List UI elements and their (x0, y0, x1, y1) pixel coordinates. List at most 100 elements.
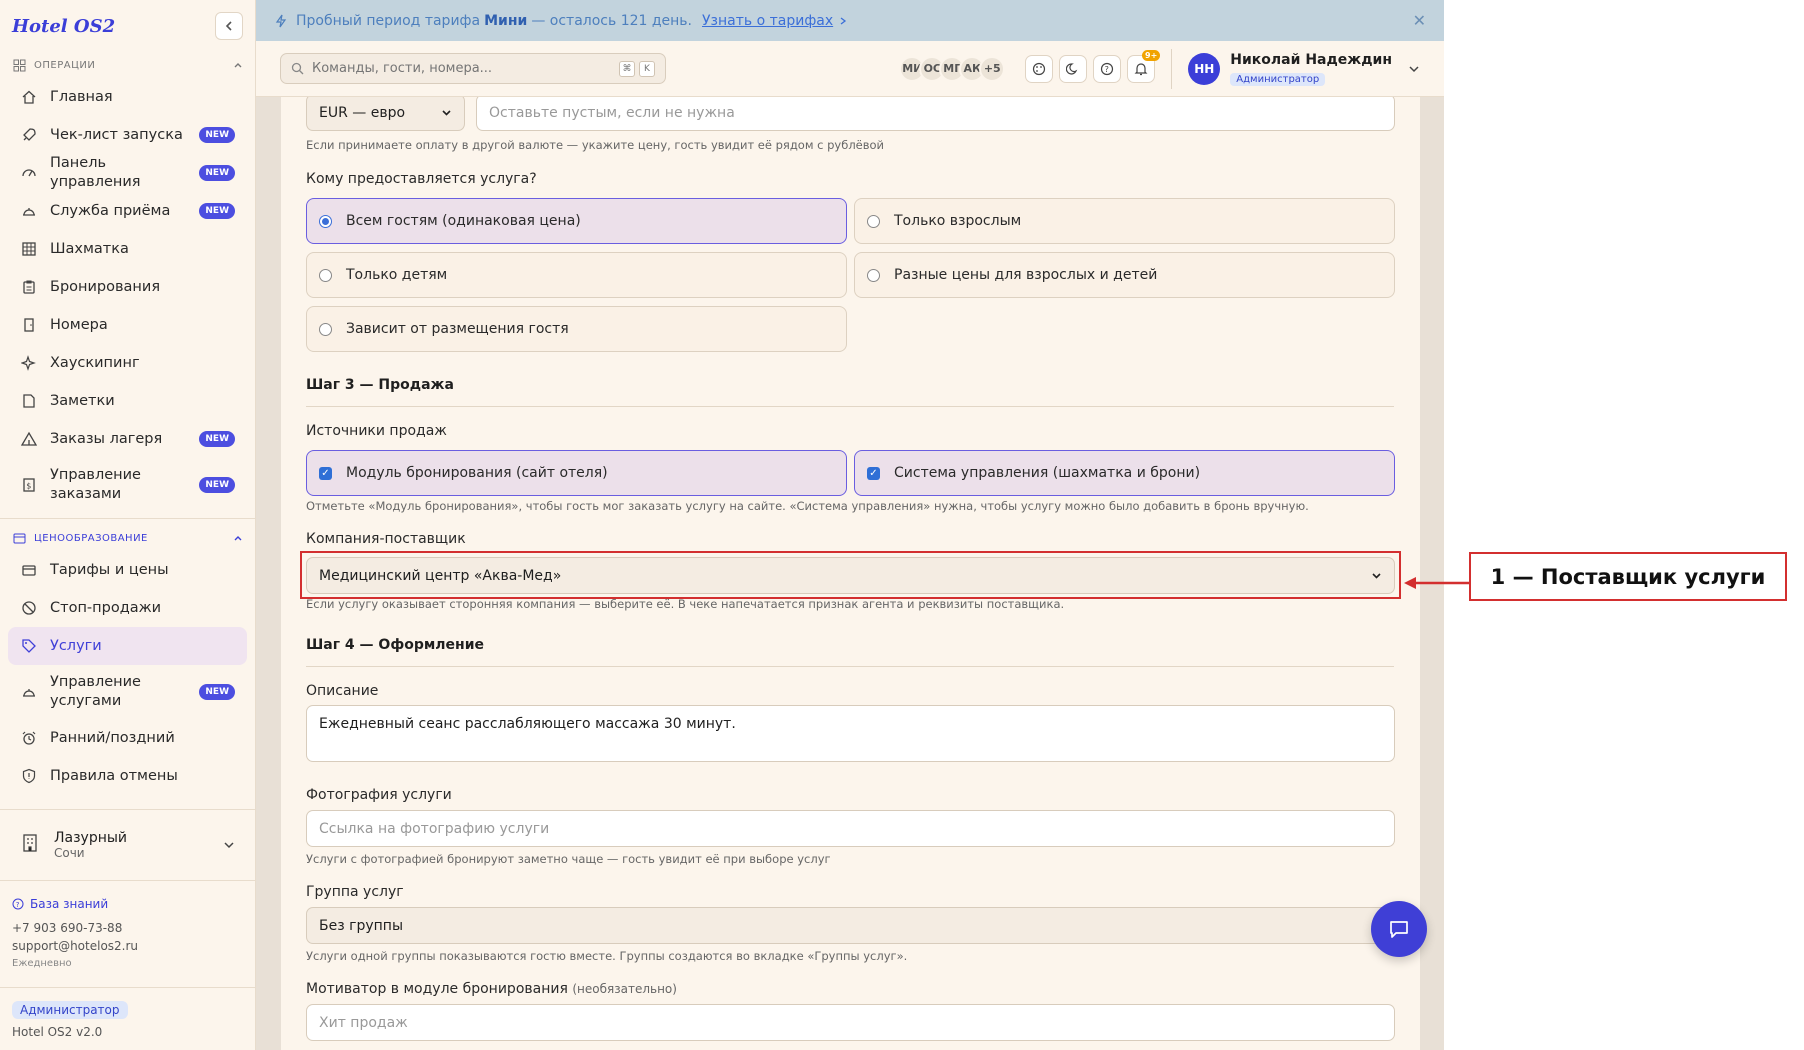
currency-price-placeholder: Оставьте пустым, если не нужна (489, 104, 735, 121)
support-phone[interactable]: +7 903 690-73-88 (12, 919, 243, 937)
sidebar-item-label: Хаускипинг (50, 354, 140, 371)
pricing-link[interactable]: Узнать о тарифах (702, 13, 833, 29)
currency-select[interactable]: EUR — евро (306, 97, 465, 131)
motivator-input[interactable]: Хит продаж (306, 1004, 1395, 1041)
sidebar-item-chessboard[interactable]: Шахматка (8, 230, 247, 268)
sidebar-item-launch-checklist[interactable]: Чек-лист запуска NEW (8, 116, 247, 154)
svg-text:?: ? (1105, 65, 1109, 74)
divider (0, 809, 255, 810)
sidebar-item-home[interactable]: Главная (8, 78, 247, 116)
motivator-label: Мотиватор в модуле бронирования (необяза… (306, 981, 677, 997)
chevron-up-icon (234, 63, 242, 68)
user-menu[interactable]: НН Николай Надеждин Администратор (1171, 48, 1420, 89)
sidebar-item-label: Правила отмены (50, 767, 178, 784)
option-label: Зависит от размещения гостя (346, 321, 569, 337)
command-search[interactable]: ⌘ K (280, 53, 666, 84)
radio[interactable] (867, 268, 880, 282)
photo-url-input[interactable]: Ссылка на фотографию услуги (306, 810, 1395, 847)
sidebar-item-rooms[interactable]: Номера (8, 306, 247, 344)
bell-icon (1134, 62, 1148, 75)
notifications-button[interactable]: 9+ (1127, 49, 1161, 83)
help-button[interactable]: ? (1093, 54, 1122, 83)
section-operations[interactable]: ОПЕРАЦИИ (0, 52, 255, 78)
door-icon (20, 316, 38, 334)
sidebar-item-housekeeping[interactable]: Хаускипинг (8, 344, 247, 382)
hotel-selector[interactable]: Лазурный Сочи (8, 816, 247, 874)
lightning-icon (275, 14, 287, 27)
audience-option-all[interactable]: Всем гостям (одинаковая цена) (306, 198, 847, 244)
card-icon (20, 561, 38, 579)
moon-icon (1066, 62, 1078, 75)
sidebar-item-rates[interactable]: Тарифы и цены (8, 551, 247, 589)
photo-hint: Услуги с фотографией бронируют заметно ч… (306, 852, 831, 866)
search-input[interactable] (312, 61, 615, 76)
trial-banner: Пробный период тарифа Мини — осталось 12… (256, 0, 1444, 41)
sidebar-item-label: Стоп-продажи (50, 599, 162, 616)
collapse-sidebar-button[interactable] (215, 12, 243, 40)
new-badge: NEW (199, 165, 235, 181)
dark-mode-button[interactable] (1059, 54, 1088, 83)
audience-option-mixed[interactable]: Разные цены для взрослых и детей (854, 252, 1395, 298)
sidebar-item-dashboard[interactable]: Панель управления NEW (8, 154, 247, 192)
sidebar-item-front-desk[interactable]: Служба приёма NEW (8, 192, 247, 230)
group-select[interactable]: Без группы (306, 907, 1395, 944)
callout-label: 1 — Поставщик услуги (1469, 552, 1787, 601)
audience-option-adults[interactable]: Только взрослым (854, 198, 1395, 244)
audience-option-children[interactable]: Только детям (306, 252, 847, 298)
sidebar-item-service-management[interactable]: Управление услугами NEW (8, 665, 247, 719)
sidebar-item-label: Номера (50, 316, 108, 333)
sidebar-item-notes[interactable]: Заметки (8, 382, 247, 420)
chat-button[interactable] (1371, 901, 1427, 957)
description-textarea[interactable]: Ежедневный сеанс расслабляющего массажа … (306, 705, 1395, 762)
shield-icon (20, 767, 38, 785)
option-label: Только взрослым (894, 213, 1022, 229)
sidebar-item-stop-sales[interactable]: Стоп-продажи (8, 589, 247, 627)
hotel-name: Лазурный (54, 830, 128, 846)
knowledge-base-link[interactable]: ? База знаний (12, 895, 243, 913)
app-logo[interactable]: Hotel OS2 (12, 16, 115, 37)
sidebar-item-services[interactable]: Услуги (8, 627, 247, 665)
theme-palette-button[interactable] (1025, 54, 1054, 83)
group-hint: Услуги одной группы показываются гостю в… (306, 949, 908, 963)
sales-source-booking-module[interactable]: ✓ Модуль бронирования (сайт отеля) (306, 450, 847, 496)
svg-text:$: $ (26, 482, 31, 491)
sidebar-item-bookings[interactable]: Бронирования (8, 268, 247, 306)
sales-source-management-system[interactable]: ✓ Система управления (шахматка и брони) (854, 450, 1395, 496)
sidebar-item-camp-orders[interactable]: Заказы лагеря NEW (8, 420, 247, 458)
audience-option-placement[interactable]: Зависит от размещения гостя (306, 306, 847, 352)
search-icon (291, 62, 304, 75)
checkbox[interactable]: ✓ (319, 466, 332, 480)
hotel-city: Сочи (54, 846, 85, 860)
chevron-left-icon (225, 21, 232, 31)
audience-label: Кому предоставляется услуга? (306, 171, 537, 187)
user-avatar: НН (1188, 52, 1221, 85)
list-icon (12, 531, 26, 545)
sidebar-item-early-late[interactable]: Ранний/поздний (8, 719, 247, 757)
gauge-icon (20, 164, 38, 182)
currency-price-input[interactable]: Оставьте пустым, если не нужна (476, 97, 1395, 131)
knowledge-base-label: База знаний (30, 897, 109, 911)
close-banner-icon[interactable]: ✕ (1413, 11, 1426, 30)
sidebar-item-cancellation-rules[interactable]: Правила отмены (8, 757, 247, 795)
new-badge: NEW (199, 127, 235, 143)
team-avatars[interactable]: МИ ОС МГ АК +5 (899, 55, 1006, 82)
option-label: Только детям (346, 267, 448, 283)
option-label: Система управления (шахматка и брони) (894, 465, 1201, 481)
section-title: ЦЕНООБРАЗОВАНИЕ (34, 532, 148, 544)
avatar-more[interactable]: +5 (979, 55, 1006, 82)
divider (0, 987, 255, 988)
tag-icon (20, 637, 38, 655)
support-email[interactable]: support@hotelos2.ru (12, 937, 243, 955)
radio[interactable] (319, 322, 332, 336)
sidebar-item-order-management[interactable]: $ Управление заказами NEW (8, 458, 247, 512)
support-block: ? База знаний +7 903 690-73-88 support@h… (0, 887, 255, 981)
sidebar-item-label: Бронирования (50, 278, 161, 295)
radio[interactable] (319, 214, 332, 228)
grid-icon (12, 58, 26, 72)
app-version: Hotel OS2 v2.0 (12, 1025, 103, 1039)
radio[interactable] (867, 214, 880, 228)
supplier-select[interactable]: Медицинский центр «Аква-Мед» (306, 557, 1395, 594)
checkbox[interactable]: ✓ (867, 466, 880, 480)
radio[interactable] (319, 268, 332, 282)
section-pricing[interactable]: ЦЕНООБРАЗОВАНИЕ (0, 525, 255, 551)
